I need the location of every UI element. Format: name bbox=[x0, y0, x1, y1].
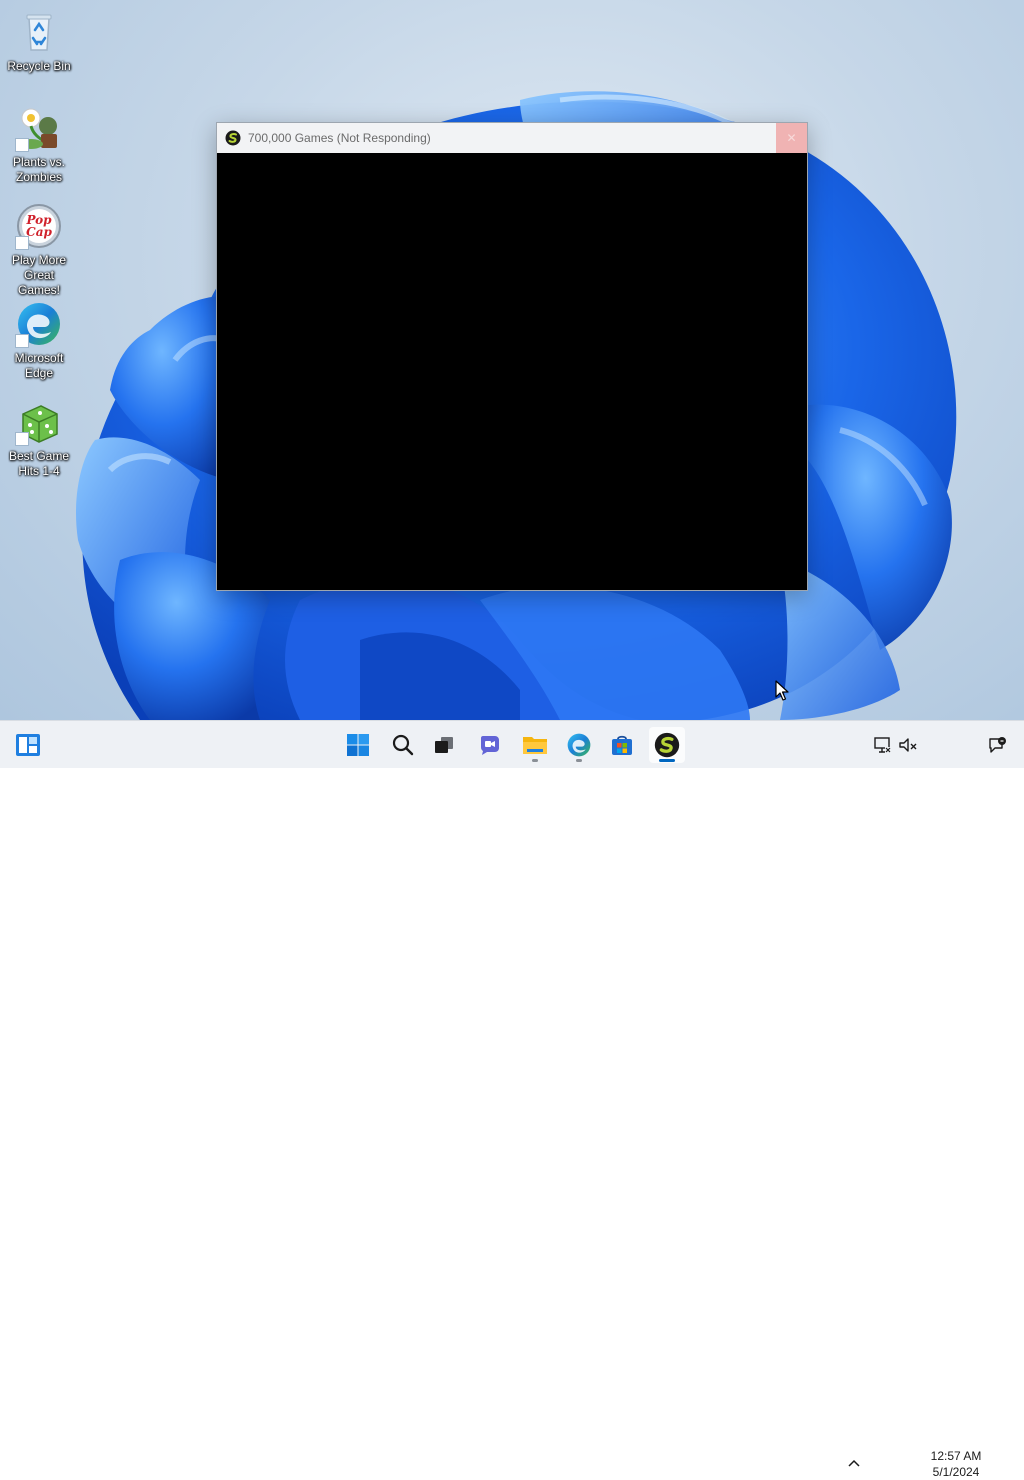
edge-icon bbox=[15, 300, 63, 348]
desktop-icon-plants-vs-zombies[interactable]: Plants vs. Zombies bbox=[2, 104, 76, 185]
app-s-logo-icon bbox=[654, 732, 680, 758]
app-s-logo-icon bbox=[225, 130, 241, 146]
taskbar-700000-games-button[interactable] bbox=[649, 727, 685, 763]
taskbar-file-explorer-button[interactable] bbox=[517, 727, 553, 763]
desktop-icon-label: Play More Great Games! bbox=[11, 253, 67, 297]
popcap-icon: Pop Cap bbox=[15, 202, 63, 250]
desktop-icon-recycle-bin[interactable]: Recycle Bin bbox=[2, 8, 76, 74]
running-indicator bbox=[532, 759, 538, 762]
shortcut-arrow-icon bbox=[15, 138, 29, 152]
task-view-icon bbox=[435, 737, 453, 753]
window-client-area[interactable] bbox=[217, 153, 807, 590]
close-button[interactable]: ✕ bbox=[776, 123, 807, 153]
taskbar-task-view-button[interactable] bbox=[426, 727, 462, 763]
window-titlebar[interactable]: 700,000 Games (Not Responding) ✕ bbox=[217, 123, 807, 153]
window-title: 700,000 Games (Not Responding) bbox=[248, 131, 431, 145]
mouse-cursor-icon bbox=[775, 680, 789, 701]
active-indicator bbox=[659, 759, 675, 762]
teams-chat-icon bbox=[481, 736, 499, 755]
taskbar-edge-button[interactable] bbox=[561, 727, 597, 763]
desktop-icon-microsoft-edge[interactable]: Microsoft Edge bbox=[2, 300, 76, 381]
desktop-icon-label: Recycle Bin bbox=[7, 59, 71, 73]
dice-icon bbox=[15, 398, 63, 446]
network-icon bbox=[874, 737, 891, 753]
folder-icon bbox=[523, 737, 547, 754]
close-icon: ✕ bbox=[786, 131, 797, 145]
shortcut-arrow-icon bbox=[15, 334, 29, 348]
running-indicator bbox=[576, 759, 582, 762]
desktop-icon-best-game-hits[interactable]: Best Game Hits 1-4 bbox=[2, 398, 76, 479]
notification-center-button[interactable] bbox=[985, 727, 1009, 763]
clock-date: 5/1/2024 bbox=[932, 1465, 980, 1479]
volume-muted-icon bbox=[899, 738, 917, 752]
desktop[interactable]: Recycle Bin Plants vs. Zombies Pop Cap P… bbox=[0, 0, 1024, 720]
widgets-icon bbox=[16, 734, 40, 756]
desktop-icon-label: Microsoft Edge bbox=[14, 351, 64, 380]
taskbar-search-button[interactable] bbox=[385, 727, 421, 763]
taskbar-clock[interactable]: 12:57 AM 5/1/2024 bbox=[922, 1448, 990, 1480]
shortcut-arrow-icon bbox=[15, 432, 29, 446]
shortcut-arrow-icon bbox=[15, 236, 29, 250]
svg-text:Cap: Cap bbox=[26, 225, 52, 239]
taskbar: 12:57 AM 5/1/2024 bbox=[0, 720, 1024, 1479]
widgets-button[interactable] bbox=[10, 727, 46, 763]
store-icon bbox=[612, 735, 632, 755]
search-icon bbox=[392, 734, 414, 756]
notification-icon bbox=[989, 737, 1006, 753]
app-window[interactable]: 700,000 Games (Not Responding) ✕ bbox=[216, 122, 808, 591]
taskbar-start-button[interactable] bbox=[340, 727, 376, 763]
recycle-bin-icon bbox=[15, 8, 63, 56]
clock-time: 12:57 AM bbox=[930, 1449, 982, 1463]
plants-vs-zombies-icon bbox=[15, 104, 63, 152]
windows-start-icon bbox=[347, 734, 369, 756]
volume-button[interactable] bbox=[892, 727, 924, 763]
chevron-up-icon[interactable] bbox=[846, 1455, 862, 1471]
taskbar-chat-button[interactable] bbox=[472, 727, 508, 763]
desktop-icon-label: Best Game Hits 1-4 bbox=[8, 449, 70, 478]
edge-icon bbox=[567, 733, 591, 757]
desktop-icon-label: Plants vs. Zombies bbox=[12, 155, 66, 184]
desktop-icon-popcap[interactable]: Pop Cap Play More Great Games! bbox=[2, 202, 76, 298]
taskbar-store-button[interactable] bbox=[604, 727, 640, 763]
